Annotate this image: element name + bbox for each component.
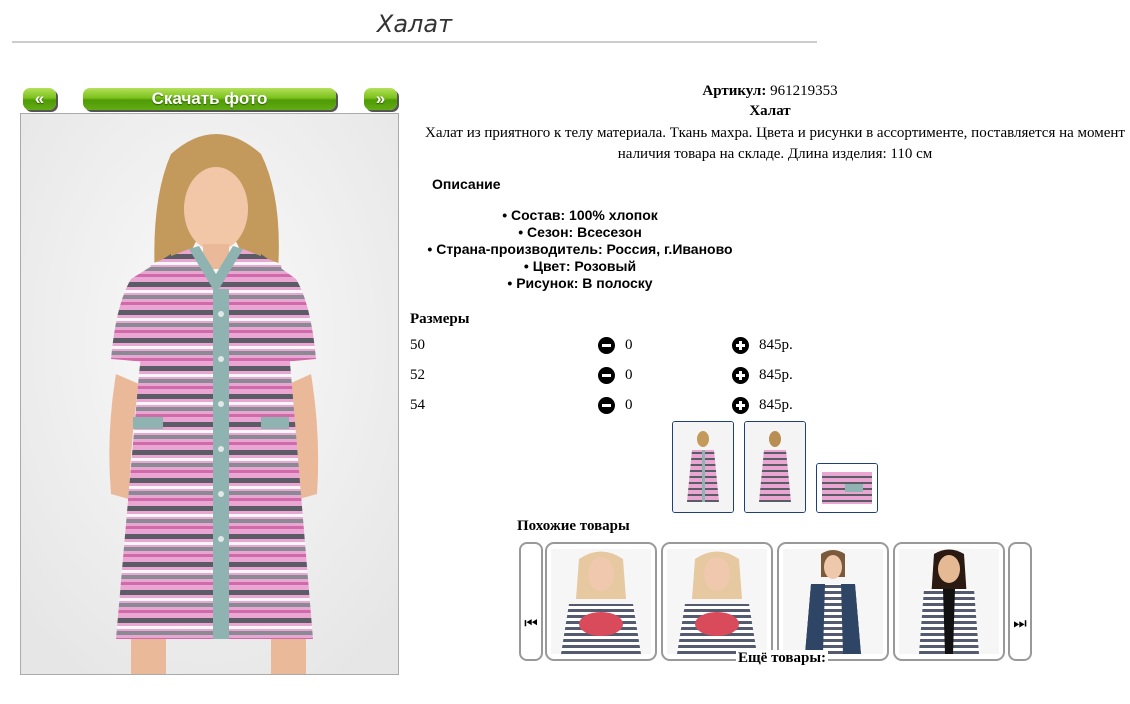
plus-circle-icon[interactable] (732, 397, 749, 414)
similar-product-card[interactable] (545, 542, 657, 661)
photo-thumbnail[interactable] (672, 421, 734, 513)
quantity-value: 0 (625, 337, 633, 353)
plus-circle-icon[interactable] (732, 337, 749, 354)
price-value: 845р. (759, 367, 793, 383)
specs-heading: Описание (432, 176, 501, 192)
sizes-heading: Размеры (410, 311, 470, 327)
spec-item: Страна-производитель: Россия, г.Иваново (410, 241, 750, 258)
size-row: 52 0 845р. (410, 365, 810, 387)
minus-circle-icon[interactable] (598, 337, 615, 354)
spec-item: Цвет: Розовый (410, 258, 750, 275)
similar-product-image (899, 549, 999, 654)
price-value: 845р. (759, 337, 793, 353)
title-divider (12, 41, 817, 43)
minus-circle-icon[interactable] (598, 367, 615, 384)
more-products-heading: Ещё товары: (736, 650, 829, 667)
similar-product-image (551, 549, 651, 654)
page-title: Халат (376, 10, 453, 38)
article-label: Артикул: (702, 83, 767, 99)
article-value: 961219353 (770, 83, 838, 99)
similar-product-image (667, 549, 767, 654)
product-photo-illustration (21, 114, 398, 674)
product-description: Халат из приятного к телу материала. Тка… (425, 125, 1125, 162)
similar-product-card[interactable] (777, 542, 889, 661)
similar-product-card[interactable] (661, 542, 773, 661)
main-product-photo[interactable] (20, 113, 399, 675)
photo-thumbnail[interactable] (816, 463, 878, 513)
similar-product-image (783, 549, 883, 654)
size-row: 50 0 845р. (410, 335, 810, 357)
carousel-next-button[interactable]: ⏭ (1008, 542, 1032, 661)
skip-forward-icon: ⏭ (1013, 616, 1027, 632)
quantity-value: 0 (625, 367, 633, 383)
photo-thumbnail[interactable] (744, 421, 806, 513)
next-photo-button[interactable]: » (364, 88, 397, 110)
article-line: Артикул: 961219353 (410, 83, 1130, 100)
download-photo-button[interactable]: Скачать фото (83, 88, 336, 110)
size-value: 50 (410, 337, 425, 353)
spec-item: Состав: 100% хлопок (410, 207, 750, 224)
size-row: 54 0 845р. (410, 395, 810, 417)
similar-products-heading: Похожие товары (517, 518, 630, 534)
size-value: 52 (410, 367, 425, 383)
spec-item: Сезон: Всесезон (410, 224, 750, 241)
product-name: Халат (749, 103, 791, 119)
spec-item: Рисунок: В полоску (410, 275, 750, 292)
specs-list: Состав: 100% хлопок Сезон: Всесезон Стра… (410, 207, 750, 292)
carousel-prev-button[interactable]: ⏮ (519, 542, 543, 661)
prev-photo-button[interactable]: « (23, 88, 56, 110)
quantity-value: 0 (625, 397, 633, 413)
plus-circle-icon[interactable] (732, 367, 749, 384)
price-value: 845р. (759, 397, 793, 413)
similar-product-card[interactable] (893, 542, 1005, 661)
size-value: 54 (410, 397, 425, 413)
minus-circle-icon[interactable] (598, 397, 615, 414)
skip-back-icon: ⏮ (524, 616, 538, 632)
